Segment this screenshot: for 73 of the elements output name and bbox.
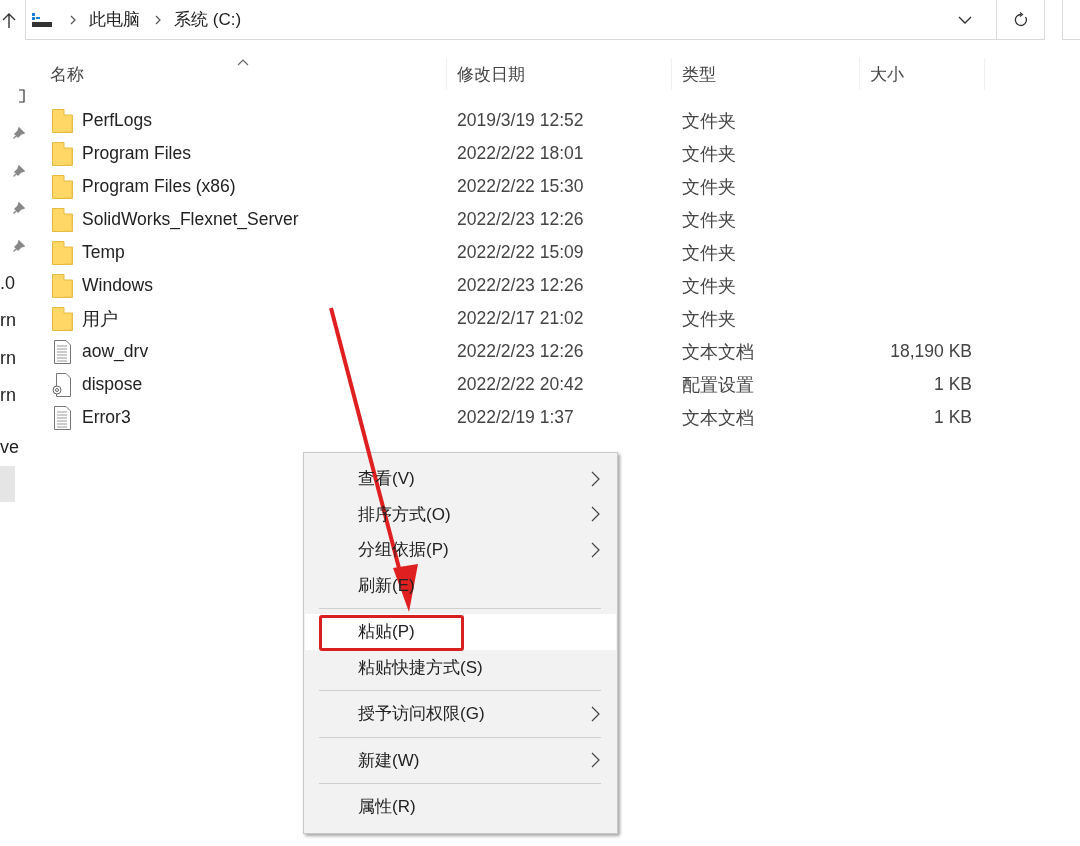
menu-item[interactable]: 粘贴快捷方式(S) xyxy=(305,649,616,685)
column-header[interactable]: 修改日期 xyxy=(447,58,672,90)
date-cell-text: 2022/2/23 12:26 xyxy=(456,341,585,362)
column-header[interactable]: 大小 xyxy=(860,58,985,90)
folder-icon xyxy=(52,141,73,166)
pin-icon[interactable] xyxy=(13,127,25,140)
date-cell-text: 2022/2/19 1:37 xyxy=(456,407,575,428)
sidebar-item[interactable]: rn xyxy=(0,310,16,332)
column-header[interactable]: 类型 xyxy=(672,58,860,90)
text-file-icon xyxy=(52,405,73,430)
sidebar-item[interactable]: rn xyxy=(0,385,16,407)
column-header[interactable]: 名称 xyxy=(25,58,447,90)
date-cell-text: 2022/2/22 15:09 xyxy=(456,242,585,263)
date-cell-text: 2022/2/22 18:01 xyxy=(456,143,585,164)
file-name[interactable]: Error3 xyxy=(82,407,131,428)
pin-icon[interactable] xyxy=(13,202,25,215)
date-cell-text: 2022/2/22 15:30 xyxy=(456,176,585,197)
sidebar-item[interactable]: ve xyxy=(0,436,19,458)
chevron-right-icon xyxy=(69,14,77,25)
breadcrumb[interactable]: 此电脑 xyxy=(89,8,140,31)
size-cell: 18,190 KB xyxy=(890,341,972,362)
text-file-icon xyxy=(52,339,73,364)
date-cell-text: 2019/3/19 12:52 xyxy=(456,110,585,131)
menu-item[interactable]: 粘贴(P) xyxy=(305,614,616,650)
sidebar-item[interactable]: rn xyxy=(0,347,16,369)
pin-icon[interactable] xyxy=(13,239,25,252)
file-name[interactable]: Program Files xyxy=(82,143,191,164)
type-cell-text: 文件夹 xyxy=(681,307,737,331)
up-arrow-icon[interactable] xyxy=(2,13,16,29)
type-cell-text: 文件夹 xyxy=(681,241,737,265)
computer-drive-icon xyxy=(31,11,53,28)
menu-item[interactable]: 新建(W) xyxy=(305,742,616,778)
folder-icon xyxy=(52,174,73,199)
file-name[interactable]: Windows xyxy=(82,275,153,296)
address-bar[interactable]: 此电脑 系统 (C:) xyxy=(25,0,997,40)
config-file-icon xyxy=(52,372,73,397)
size-cell: 1 KB xyxy=(934,407,972,428)
file-name[interactable]: Temp xyxy=(82,242,125,263)
date-cell-text: 2022/2/23 12:26 xyxy=(456,275,585,296)
folder-icon xyxy=(52,207,73,232)
refresh-button[interactable] xyxy=(997,0,1045,40)
chevron-right-icon xyxy=(154,14,162,25)
refresh-icon xyxy=(1012,11,1029,28)
type-cell-text: 文本文档 xyxy=(681,406,755,430)
type-cell-text: 文件夹 xyxy=(681,142,737,166)
file-name[interactable]: Program Files (x86) xyxy=(82,176,236,197)
date-cell-text: 2022/2/23 12:26 xyxy=(456,209,585,230)
search-field[interactable] xyxy=(1062,0,1080,40)
folder-icon xyxy=(52,108,73,133)
folder-icon xyxy=(52,273,73,298)
file-name[interactable]: aow_drv xyxy=(82,341,149,362)
type-cell-text: 配置设置 xyxy=(681,373,755,397)
folder-icon xyxy=(52,306,73,331)
file-name[interactable]: dispose xyxy=(82,374,143,395)
size-cell: 1 KB xyxy=(934,374,972,395)
menu-item[interactable]: 属性(R) xyxy=(305,789,616,825)
type-cell-text: 文件夹 xyxy=(681,274,737,298)
file-name[interactable]: PerfLogs xyxy=(82,110,153,131)
menu-item[interactable]: 授予访问权限(G) xyxy=(305,696,616,732)
bracket-icon xyxy=(19,88,25,103)
date-cell-text: 2022/2/22 20:42 xyxy=(456,374,585,395)
date-cell-text: 2022/2/17 21:02 xyxy=(456,308,585,329)
type-cell-text: 文件夹 xyxy=(681,109,737,133)
sidebar-item[interactable]: .0 xyxy=(0,272,15,294)
type-cell-text: 文件夹 xyxy=(681,175,737,199)
type-cell-text: 文本文档 xyxy=(681,340,755,364)
file-name[interactable]: 用户 xyxy=(82,306,118,331)
type-cell-text: 文件夹 xyxy=(681,208,737,232)
dropdown-icon[interactable] xyxy=(958,14,972,25)
breadcrumb[interactable]: 系统 (C:) xyxy=(174,8,242,31)
file-name[interactable]: SolidWorks_Flexnet_Server xyxy=(82,209,299,230)
folder-icon xyxy=(52,240,73,265)
pin-icon[interactable] xyxy=(13,164,25,177)
